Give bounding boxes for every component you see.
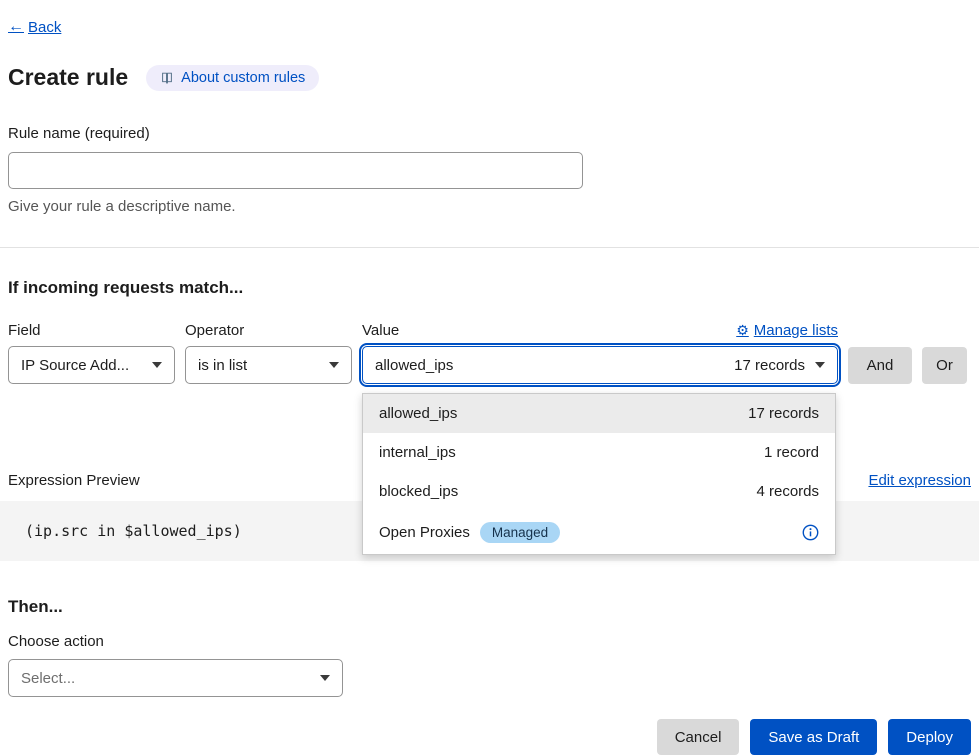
info-icon[interactable]: [802, 524, 819, 541]
rule-name-input[interactable]: [8, 152, 583, 189]
option-records: 4 records: [756, 483, 819, 500]
and-button[interactable]: And: [848, 347, 912, 384]
option-records: 1 record: [764, 444, 819, 461]
about-custom-rules-label: About custom rules: [181, 70, 305, 86]
action-select-value: Select...: [21, 670, 75, 687]
section-divider: [0, 247, 979, 248]
operator-label: Operator: [185, 322, 352, 339]
cancel-button[interactable]: Cancel: [657, 719, 740, 755]
managed-badge: Managed: [480, 522, 560, 543]
save-as-draft-button[interactable]: Save as Draft: [750, 719, 877, 755]
chevron-down-icon: [815, 362, 825, 368]
field-select-value: IP Source Add...: [21, 357, 129, 374]
page-title: Create rule: [8, 64, 128, 91]
choose-action-label: Choose action: [8, 633, 971, 650]
operator-select-value: is in list: [198, 357, 247, 374]
manage-lists-label: Manage lists: [754, 322, 838, 339]
about-custom-rules-link[interactable]: About custom rules: [146, 65, 319, 91]
option-name: blocked_ips: [379, 483, 458, 500]
rule-name-help: Give your rule a descriptive name.: [8, 198, 971, 215]
value-dropdown: allowed_ips 17 records internal_ips 1 re…: [362, 393, 836, 555]
chevron-down-icon: [320, 675, 330, 681]
dropdown-option-internal-ips[interactable]: internal_ips 1 record: [363, 433, 835, 472]
action-select[interactable]: Select...: [8, 659, 343, 697]
create-rule-page: ← Back Create rule About custom rules Ru…: [0, 0, 979, 755]
field-select[interactable]: IP Source Add...: [8, 346, 175, 384]
footer-actions: Cancel Save as Draft Deploy: [8, 719, 971, 755]
back-arrow-icon: ←: [8, 18, 24, 36]
dropdown-option-blocked-ips[interactable]: blocked_ips 4 records: [363, 472, 835, 511]
back-link[interactable]: ← Back: [8, 18, 61, 36]
match-labels-row: Field Operator Value ⚙ Manage lists: [8, 322, 971, 339]
book-icon: [160, 71, 174, 85]
dropdown-option-allowed-ips[interactable]: allowed_ips 17 records: [363, 394, 835, 433]
title-row: Create rule About custom rules: [8, 64, 971, 91]
or-button[interactable]: Or: [922, 347, 967, 384]
dropdown-option-open-proxies[interactable]: Open Proxies Managed: [363, 511, 835, 554]
option-records: 17 records: [748, 405, 819, 422]
rule-name-label: Rule name (required): [8, 125, 971, 142]
operator-select[interactable]: is in list: [185, 346, 352, 384]
option-name: allowed_ips: [379, 405, 457, 422]
value-select-records: 17 records: [734, 357, 805, 374]
expression-preview-label: Expression Preview: [8, 472, 140, 489]
back-label: Back: [28, 19, 61, 36]
deploy-button[interactable]: Deploy: [888, 719, 971, 755]
field-label: Field: [8, 322, 175, 339]
value-select[interactable]: allowed_ips 17 records: [362, 346, 838, 384]
option-name: Open Proxies: [379, 524, 470, 541]
option-name: internal_ips: [379, 444, 456, 461]
match-area: Field Operator Value ⚙ Manage lists IP S…: [8, 322, 971, 384]
gear-icon: ⚙: [736, 322, 749, 339]
then-heading: Then...: [8, 597, 971, 617]
chevron-down-icon: [329, 362, 339, 368]
match-selects-row: IP Source Add... is in list allowed_ips …: [8, 346, 971, 384]
match-heading: If incoming requests match...: [8, 278, 971, 298]
value-label: Value: [362, 322, 399, 339]
value-select-value: allowed_ips: [375, 357, 453, 374]
edit-expression-link[interactable]: Edit expression: [868, 472, 971, 489]
chevron-down-icon: [152, 362, 162, 368]
manage-lists-link[interactable]: ⚙ Manage lists: [736, 322, 838, 339]
value-select-wrap: allowed_ips 17 records allowed_ips 17 re…: [362, 346, 838, 384]
